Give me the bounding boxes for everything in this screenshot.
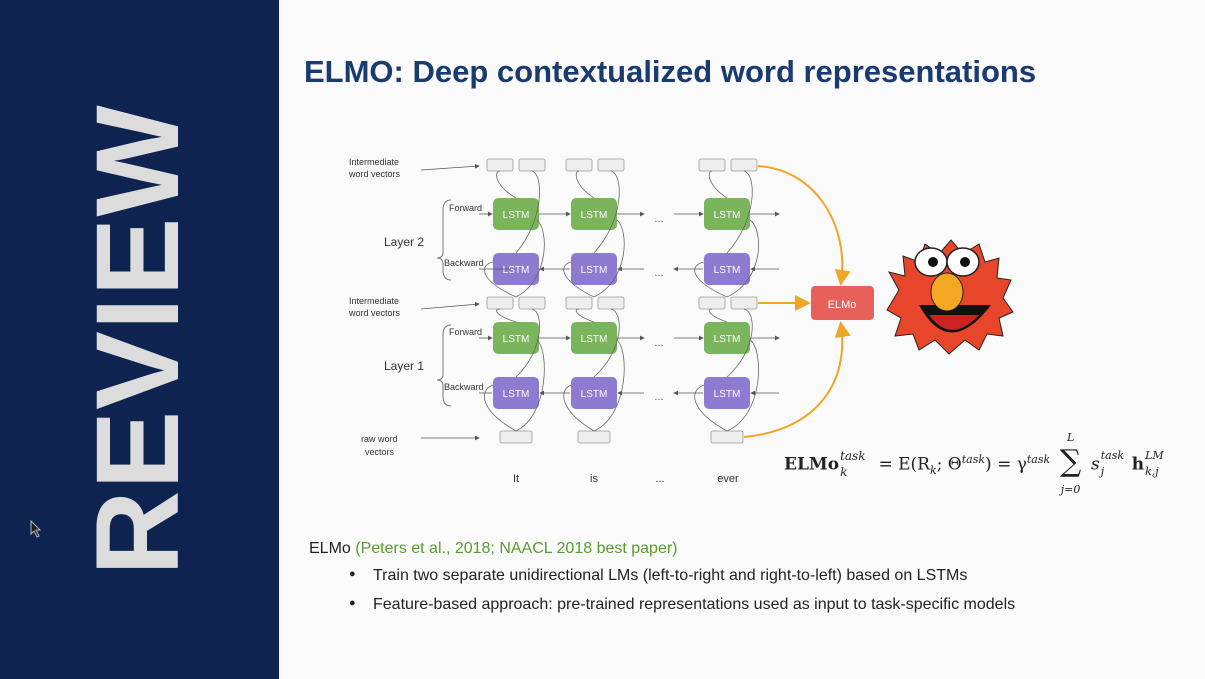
elmo-intro: ELMo (Peters et al., 2018; NAACL 2018 be… bbox=[309, 540, 678, 558]
lstm-cell: LSTM bbox=[503, 265, 530, 276]
eq-lhs: ELMo bbox=[784, 454, 840, 475]
label-backward-2: Backward bbox=[444, 258, 484, 268]
lstm-cell: LSTM bbox=[714, 389, 741, 400]
eq-r-sub: k bbox=[929, 463, 937, 477]
token-1: It bbox=[513, 473, 519, 485]
label-layer1: Layer 1 bbox=[384, 359, 424, 373]
bullet-item: Feature-based approach: pre-trained repr… bbox=[349, 596, 1015, 625]
lstm-cell: LSTM bbox=[714, 265, 741, 276]
label-forward-2: Forward bbox=[449, 203, 482, 213]
bullet-list: Train two separate unidirectional LMs (l… bbox=[349, 567, 1015, 625]
eq-lhs-sup: task bbox=[840, 449, 866, 463]
eq-sum-bottom: j=0 bbox=[1060, 483, 1081, 496]
bullet-item: Train two separate unidirectional LMs (l… bbox=[349, 567, 1015, 596]
column-1: LSTM LSTM LSTM LSTM bbox=[484, 158, 546, 444]
lstm-cell: LSTM bbox=[503, 210, 530, 221]
column-2: LSTM LSTM LSTM LSTM bbox=[563, 158, 625, 444]
token-4: ever bbox=[717, 473, 739, 485]
eq-part1: = E(R bbox=[878, 454, 930, 475]
label-intermediate-mid-1: Intermediate bbox=[349, 296, 399, 306]
column-3: LSTM LSTM LSTM LSTM bbox=[694, 158, 760, 444]
lstm-cell: LSTM bbox=[581, 265, 608, 276]
label-layer2: Layer 2 bbox=[384, 235, 424, 249]
lstm-cell: LSTM bbox=[714, 210, 741, 221]
token-3: ... bbox=[655, 473, 664, 485]
lstm-cell: LSTM bbox=[581, 389, 608, 400]
elmo-label: ELMo bbox=[828, 299, 857, 311]
mouse-cursor-icon bbox=[30, 520, 42, 538]
label-forward-1: Forward bbox=[449, 327, 482, 337]
eq-gamma-sup: task bbox=[1026, 452, 1051, 466]
ellipsis-backward-1: ... bbox=[654, 391, 663, 403]
label-intermediate-top-1: Intermediate bbox=[349, 157, 399, 167]
intro-citation: (Peters et al., 2018; NAACL 2018 best pa… bbox=[355, 540, 678, 557]
lstm-cell: LSTM bbox=[581, 210, 608, 221]
eq-part3: ) = γ bbox=[985, 454, 1027, 475]
elmo-equation: ELMo task k = E(Rk; Θtask) = γtask L ∑ j=0… bbox=[784, 431, 1170, 496]
ellipsis-forward-1: ... bbox=[654, 337, 663, 349]
sum-icon: ∑ bbox=[1059, 444, 1082, 479]
ellipsis-forward-2: ... bbox=[654, 213, 663, 225]
eq-h-sup: LM bbox=[1145, 449, 1164, 462]
eq-s: s bbox=[1091, 454, 1100, 475]
eq-part2: ; Θ bbox=[936, 454, 962, 475]
lstm-cell: LSTM bbox=[714, 334, 741, 345]
eq-sum-top: L bbox=[1066, 431, 1075, 444]
sidebar: REVIEW bbox=[0, 0, 279, 679]
eq-h-sub: k,j bbox=[1145, 465, 1159, 478]
eq-s-sup: task bbox=[1100, 449, 1125, 462]
label-raw-2: vectors bbox=[365, 447, 395, 457]
token-2: is bbox=[590, 473, 598, 485]
lstm-cell: LSTM bbox=[503, 334, 530, 345]
eq-s-sub: j bbox=[1100, 465, 1105, 478]
lstm-cell: LSTM bbox=[581, 334, 608, 345]
label-backward-1: Backward bbox=[444, 382, 484, 392]
elmo-character-icon bbox=[886, 239, 1014, 355]
label-intermediate-top-2: word vectors bbox=[348, 169, 401, 179]
label-intermediate-mid-2: word vectors bbox=[348, 308, 401, 318]
slide: ELMO: Deep contextualized word represent… bbox=[279, 0, 1205, 679]
sidebar-title: REVIEW bbox=[72, 104, 204, 576]
eq-theta-sup: task bbox=[961, 452, 986, 466]
lstm-cell: LSTM bbox=[503, 389, 530, 400]
eq-h: h bbox=[1131, 454, 1145, 475]
intro-label: ELMo bbox=[309, 540, 351, 557]
label-raw-1: raw word bbox=[361, 434, 398, 444]
ellipsis-backward-2: ... bbox=[654, 267, 663, 279]
eq-lhs-sub: k bbox=[840, 465, 848, 479]
